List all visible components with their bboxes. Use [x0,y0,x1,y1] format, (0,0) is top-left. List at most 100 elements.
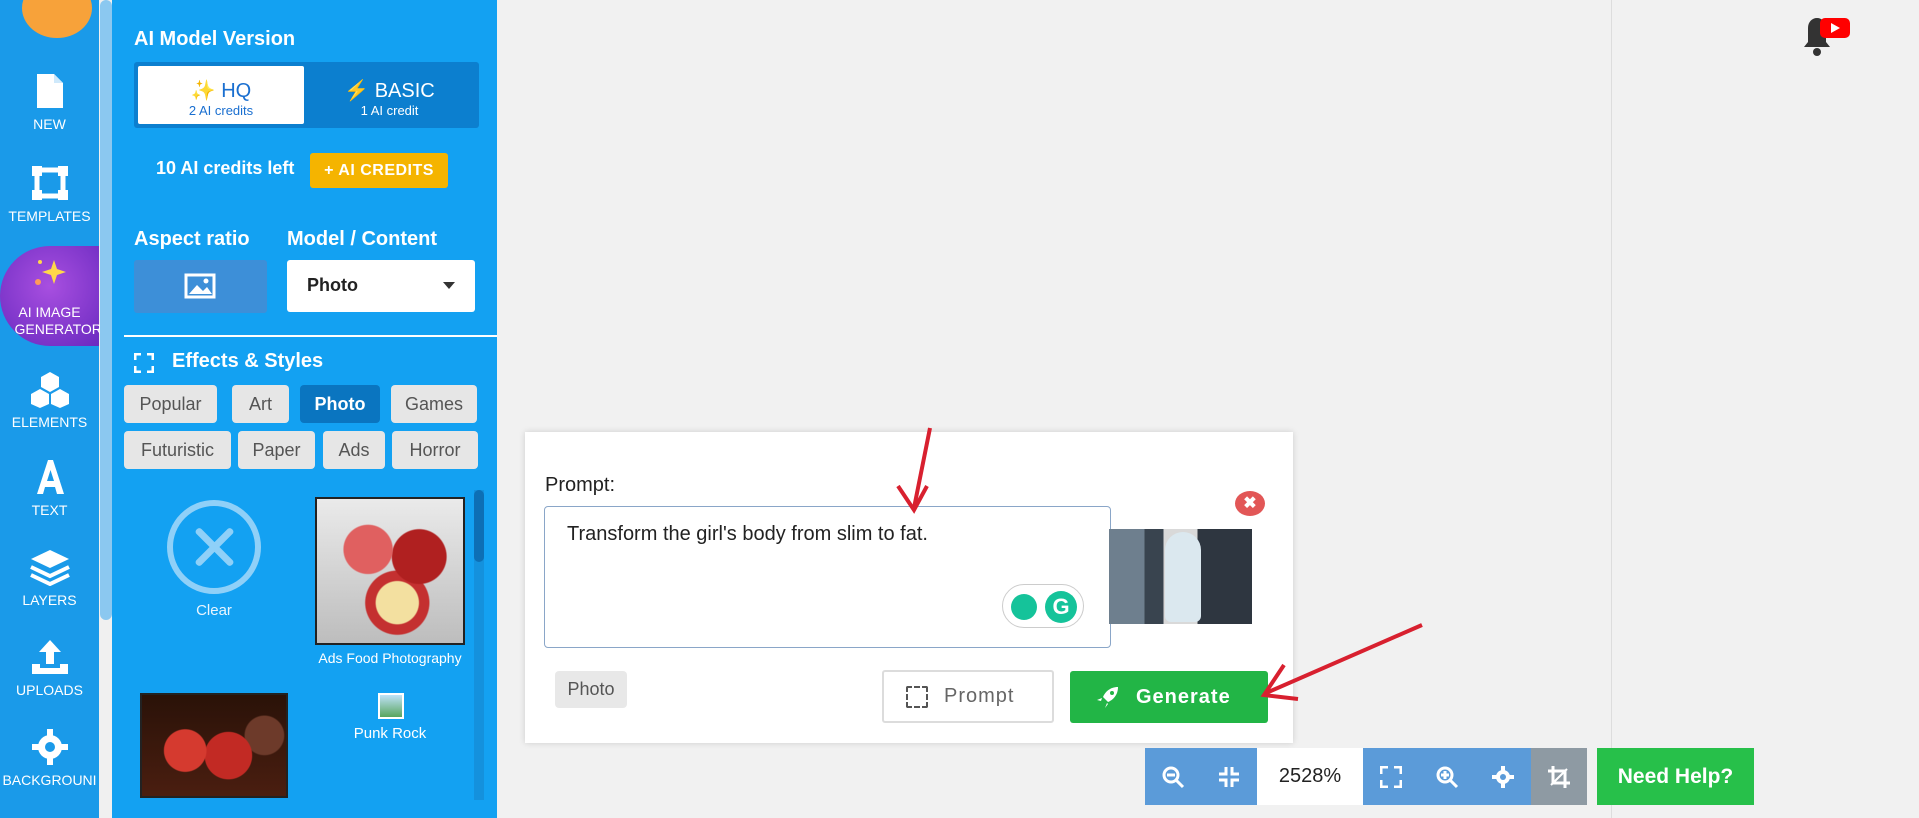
need-help-button[interactable]: Need Help? [1597,748,1754,805]
model-basic-title: ⚡ BASIC [304,78,475,103]
style-pill-horror[interactable]: Horror [392,431,478,469]
model-hq-title: ✨ HQ [138,78,304,103]
rail-item-uploads[interactable]: UPLOADS [0,638,99,699]
gear-icon [31,729,68,765]
templates-icon [31,166,68,200]
rail-item-label: TEXT [31,502,68,518]
style-pill-art[interactable]: Art [232,385,289,423]
rail-scrollbar[interactable] [100,0,112,620]
fit-screen-button[interactable] [1201,748,1257,805]
zoom-in-icon [1436,766,1459,788]
expand-icon [1380,765,1402,788]
rail-item-templates[interactable]: TEMPLATES [0,164,99,225]
style-thumb-apples[interactable] [140,693,288,798]
aspect-ratio-button[interactable] [134,260,267,313]
zoom-level[interactable]: 2528% [1257,748,1363,805]
style-label-punk-rock: Punk Rock [353,725,427,742]
model-hq-option[interactable]: ✨ HQ 2 AI credits [138,66,304,124]
model-hq-credits: 2 AI credits [188,103,254,118]
style-pill-popular[interactable]: Popular [124,385,217,423]
generate-button[interactable]: Generate [1070,671,1268,723]
expand-icon[interactable] [134,353,154,373]
crop-icon [1548,765,1570,788]
style-pill-games[interactable]: Games [391,385,477,423]
zoom-out-button[interactable] [1145,748,1201,805]
rail-item-background[interactable]: BACKGROUNI [0,728,99,789]
layers-icon [29,550,70,586]
credits-left-text: 10 AI credits left [156,158,295,178]
grammarly-icon[interactable]: G [1045,591,1077,623]
zoom-in-button[interactable] [1419,748,1475,805]
style-tag-photo[interactable]: Photo [555,671,627,708]
zoom-out-icon [1162,766,1185,788]
reference-image-subject [1165,532,1201,622]
fullscreen-button[interactable] [1363,748,1419,805]
dashed-square-icon [906,686,928,708]
broken-image-icon[interactable] [378,693,404,719]
model-content-heading: Model / Content [287,228,437,250]
rail-item-label: BACKGROUNI [2,772,97,788]
gallery-scrollbar-thumb[interactable] [474,490,484,562]
style-label-ads-food-photography: Ads Food Photography [318,650,462,666]
rail-item-label: UPLOADS [16,682,83,698]
model-basic-credits: 1 AI credit [360,103,419,118]
rail-item-label: NEW [33,116,66,132]
compress-icon [1219,766,1239,787]
image-icon [184,273,216,299]
prompt-dialog: Prompt: Transform the girl's body from s… [525,432,1293,743]
effects-styles-heading: Effects & Styles [172,350,324,372]
rail-item-layers[interactable]: LAYERS [0,548,99,609]
style-pill-futuristic[interactable]: Futuristic [124,431,231,469]
model-hq-title-text: HQ [221,80,252,102]
crop-button[interactable] [1531,748,1587,805]
generate-button-label: Generate [1136,686,1231,708]
ai-generator-panel: AI Model Version ✨ HQ 2 AI credits ⚡ BAS… [112,0,497,818]
caret-down-icon [443,282,455,289]
close-icon[interactable]: ✖ [1235,491,1265,516]
style-clear-option[interactable]: Clear [164,500,264,619]
file-icon [36,74,63,108]
prompt-button-label: Prompt [944,685,1015,707]
model-select-value: Photo [307,275,358,295]
lightbulb-icon[interactable] [1011,594,1037,620]
settings-button[interactable] [1475,748,1531,805]
rail-item-label: LAYERS [22,592,77,608]
model-basic-title-text: BASIC [374,80,435,102]
upload-icon [31,640,68,674]
rocket-icon [1097,687,1118,708]
divider [124,335,497,337]
gear-icon [1492,765,1514,788]
rail-item-label: AI IMAGE GENERATOR [14,304,102,337]
style-thumb-ads-food-photography[interactable] [315,497,465,645]
model-version-heading: AI Model Version [134,28,296,50]
aspect-ratio-heading: Aspect ratio [134,228,250,250]
icon-rail: NEW TEMPLATES AI IMAGE GENERATOR ELEMENT… [0,0,112,818]
model-content-select[interactable]: Photo [287,260,475,312]
clear-x-icon [167,500,261,594]
prompt-button[interactable]: Prompt [882,670,1054,723]
clear-label: Clear [196,602,232,619]
text-icon [36,460,64,494]
rail-item-elements[interactable]: ELEMENTS [0,370,99,431]
sparkle-icon [35,260,66,285]
canvas-divider [1611,0,1612,818]
sparkle-icon: ✨ [190,80,216,102]
add-ai-credits-button[interactable]: + AI CREDITS [310,153,448,188]
prompt-label: Prompt: [545,474,616,496]
rail-item-new[interactable]: NEW [0,72,99,133]
rail-item-ai-image-generator[interactable]: AI IMAGE GENERATOR [0,246,102,346]
bell-icon[interactable] [1798,16,1856,62]
rail-item-label: ELEMENTS [11,414,88,430]
rail-item-text[interactable]: TEXT [0,458,99,519]
grammarly-widget[interactable]: G [1002,584,1084,628]
model-basic-option[interactable]: ⚡ BASIC 1 AI credit [304,66,475,124]
cubes-icon [30,372,69,408]
style-pill-paper[interactable]: Paper [238,431,315,469]
model-version-toggle: ✨ HQ 2 AI credits ⚡ BASIC 1 AI credit [134,62,479,128]
style-pill-ads[interactable]: Ads [323,431,385,469]
rail-ai-text: AI IMAGE GENERATOR [0,304,102,338]
bolt-icon: ⚡ [344,80,370,102]
rail-item-label: TEMPLATES [8,208,91,224]
style-pill-photo[interactable]: Photo [300,385,380,423]
app-logo[interactable] [22,0,92,38]
